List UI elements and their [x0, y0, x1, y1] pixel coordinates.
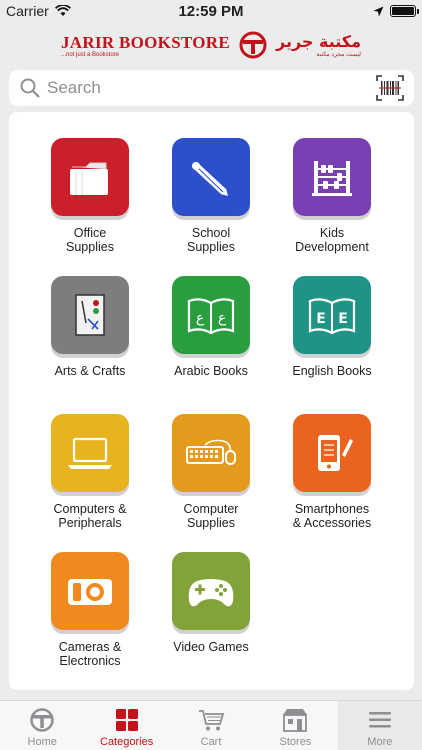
menu-icon	[368, 712, 391, 728]
jarir-logo-icon	[239, 31, 267, 59]
brand-name-en: JARIR BOOKSTORE	[60, 32, 231, 52]
location-arrow-icon	[373, 6, 384, 16]
carrier-label: Carrier	[6, 3, 49, 19]
category-icon-tile	[172, 414, 250, 492]
category-office-supplies[interactable]: Office Supplies	[30, 138, 150, 254]
battery-icon	[390, 5, 419, 17]
keyboard-mouse-icon	[186, 439, 236, 465]
brand-name-ar: مكتبة جرير	[276, 32, 362, 51]
search-bar[interactable]	[9, 70, 414, 106]
tab-label: Cart	[200, 736, 222, 748]
category-cameras-electronics[interactable]: Cameras & Electronics	[30, 552, 150, 668]
status-bar: Carrier 12:59 PM	[0, 0, 422, 22]
category-label: Arts & Crafts	[54, 364, 126, 378]
cart-icon	[199, 710, 225, 731]
arabic-book-icon: ع ع	[187, 298, 235, 335]
category-arts-crafts[interactable]: Arts & Crafts	[30, 276, 150, 378]
tab-more[interactable]: More	[337, 701, 422, 750]
brand-tagline-en: ...not just a Bookstore	[60, 51, 120, 58]
category-arabic-books[interactable]: ع ع Arabic Books	[151, 276, 271, 378]
laptop-icon	[68, 437, 112, 469]
tab-label: More	[367, 736, 393, 748]
tab-categories[interactable]: Categories	[84, 701, 168, 750]
category-school-supplies[interactable]: School Supplies	[151, 138, 271, 254]
store-icon	[283, 709, 308, 732]
category-english-books[interactable]: E E English Books	[272, 276, 392, 378]
search-icon	[20, 78, 40, 98]
tab-label: Categories	[100, 736, 154, 748]
camera-icon	[68, 579, 112, 605]
tab-home[interactable]: Home	[0, 701, 84, 750]
category-label: Computers & Peripherals	[53, 502, 127, 530]
category-smartphones-accessories[interactable]: Smartphones & Accessories	[272, 414, 392, 530]
search-input[interactable]	[47, 78, 376, 98]
category-icon-tile	[293, 138, 371, 216]
category-icon-tile	[51, 414, 129, 492]
category-video-games[interactable]: Video Games	[151, 552, 271, 654]
category-icon-tile	[172, 138, 250, 216]
home-logo-icon	[30, 708, 54, 732]
pencil-icon	[191, 161, 231, 199]
category-icon-tile	[293, 414, 371, 492]
tab-label: Stores	[279, 736, 312, 748]
category-label: Office Supplies	[66, 226, 114, 254]
tab-bar: Home Categories Cart Stores More	[0, 700, 422, 750]
tab-stores[interactable]: Stores	[253, 701, 337, 750]
svg-text:ع: ع	[196, 310, 205, 326]
category-icon-tile	[51, 276, 129, 354]
category-label: Computer Supplies	[183, 502, 239, 530]
category-icon-tile: E E	[293, 276, 371, 354]
easel-icon	[75, 294, 105, 336]
category-icon-tile	[172, 552, 250, 630]
brand-header: JARIR BOOKSTORE ...not just a Bookstore …	[0, 24, 422, 66]
status-time: 12:59 PM	[178, 2, 244, 20]
category-icon-tile: ع ع	[172, 276, 250, 354]
category-label: School Supplies	[187, 226, 235, 254]
abacus-icon	[312, 161, 352, 196]
brand-tagline-ar: ليست مجرد مكتبة	[316, 52, 362, 58]
wifi-icon	[54, 5, 71, 16]
category-kids-development[interactable]: Kids Development	[272, 138, 392, 254]
category-label: Video Games	[173, 640, 249, 654]
brand-logo-en: JARIR BOOKSTORE ...not just a Bookstore	[61, 33, 230, 58]
category-computer-supplies[interactable]: Computer Supplies	[151, 414, 271, 530]
category-label: Kids Development	[295, 226, 369, 254]
smartphone-icon	[318, 435, 353, 471]
svg-text:ع: ع	[218, 310, 227, 326]
category-computers-peripherals[interactable]: Computers & Peripherals	[30, 414, 150, 530]
tab-label: Home	[27, 736, 57, 748]
category-icon-tile	[51, 138, 129, 216]
svg-text:E: E	[338, 311, 348, 327]
category-label: Cameras & Electronics	[58, 640, 122, 668]
tab-cart[interactable]: Cart	[169, 701, 253, 750]
folder-icon	[70, 162, 108, 195]
english-book-icon: E E	[308, 298, 356, 335]
brand-logo-ar: مكتبة جرير ليست مجرد مكتبة	[276, 32, 361, 58]
category-label: Arabic Books	[174, 364, 248, 378]
gamepad-icon	[188, 579, 234, 607]
category-label: English Books	[292, 364, 372, 378]
category-icon-tile	[51, 552, 129, 630]
svg-text:E: E	[316, 311, 326, 327]
barcode-scanner-icon[interactable]	[376, 75, 404, 101]
category-label: Smartphones & Accessories	[292, 502, 372, 530]
categories-grid-icon	[115, 709, 138, 731]
categories-panel: Office Supplies School Supplies Kids Dev…	[9, 112, 414, 690]
